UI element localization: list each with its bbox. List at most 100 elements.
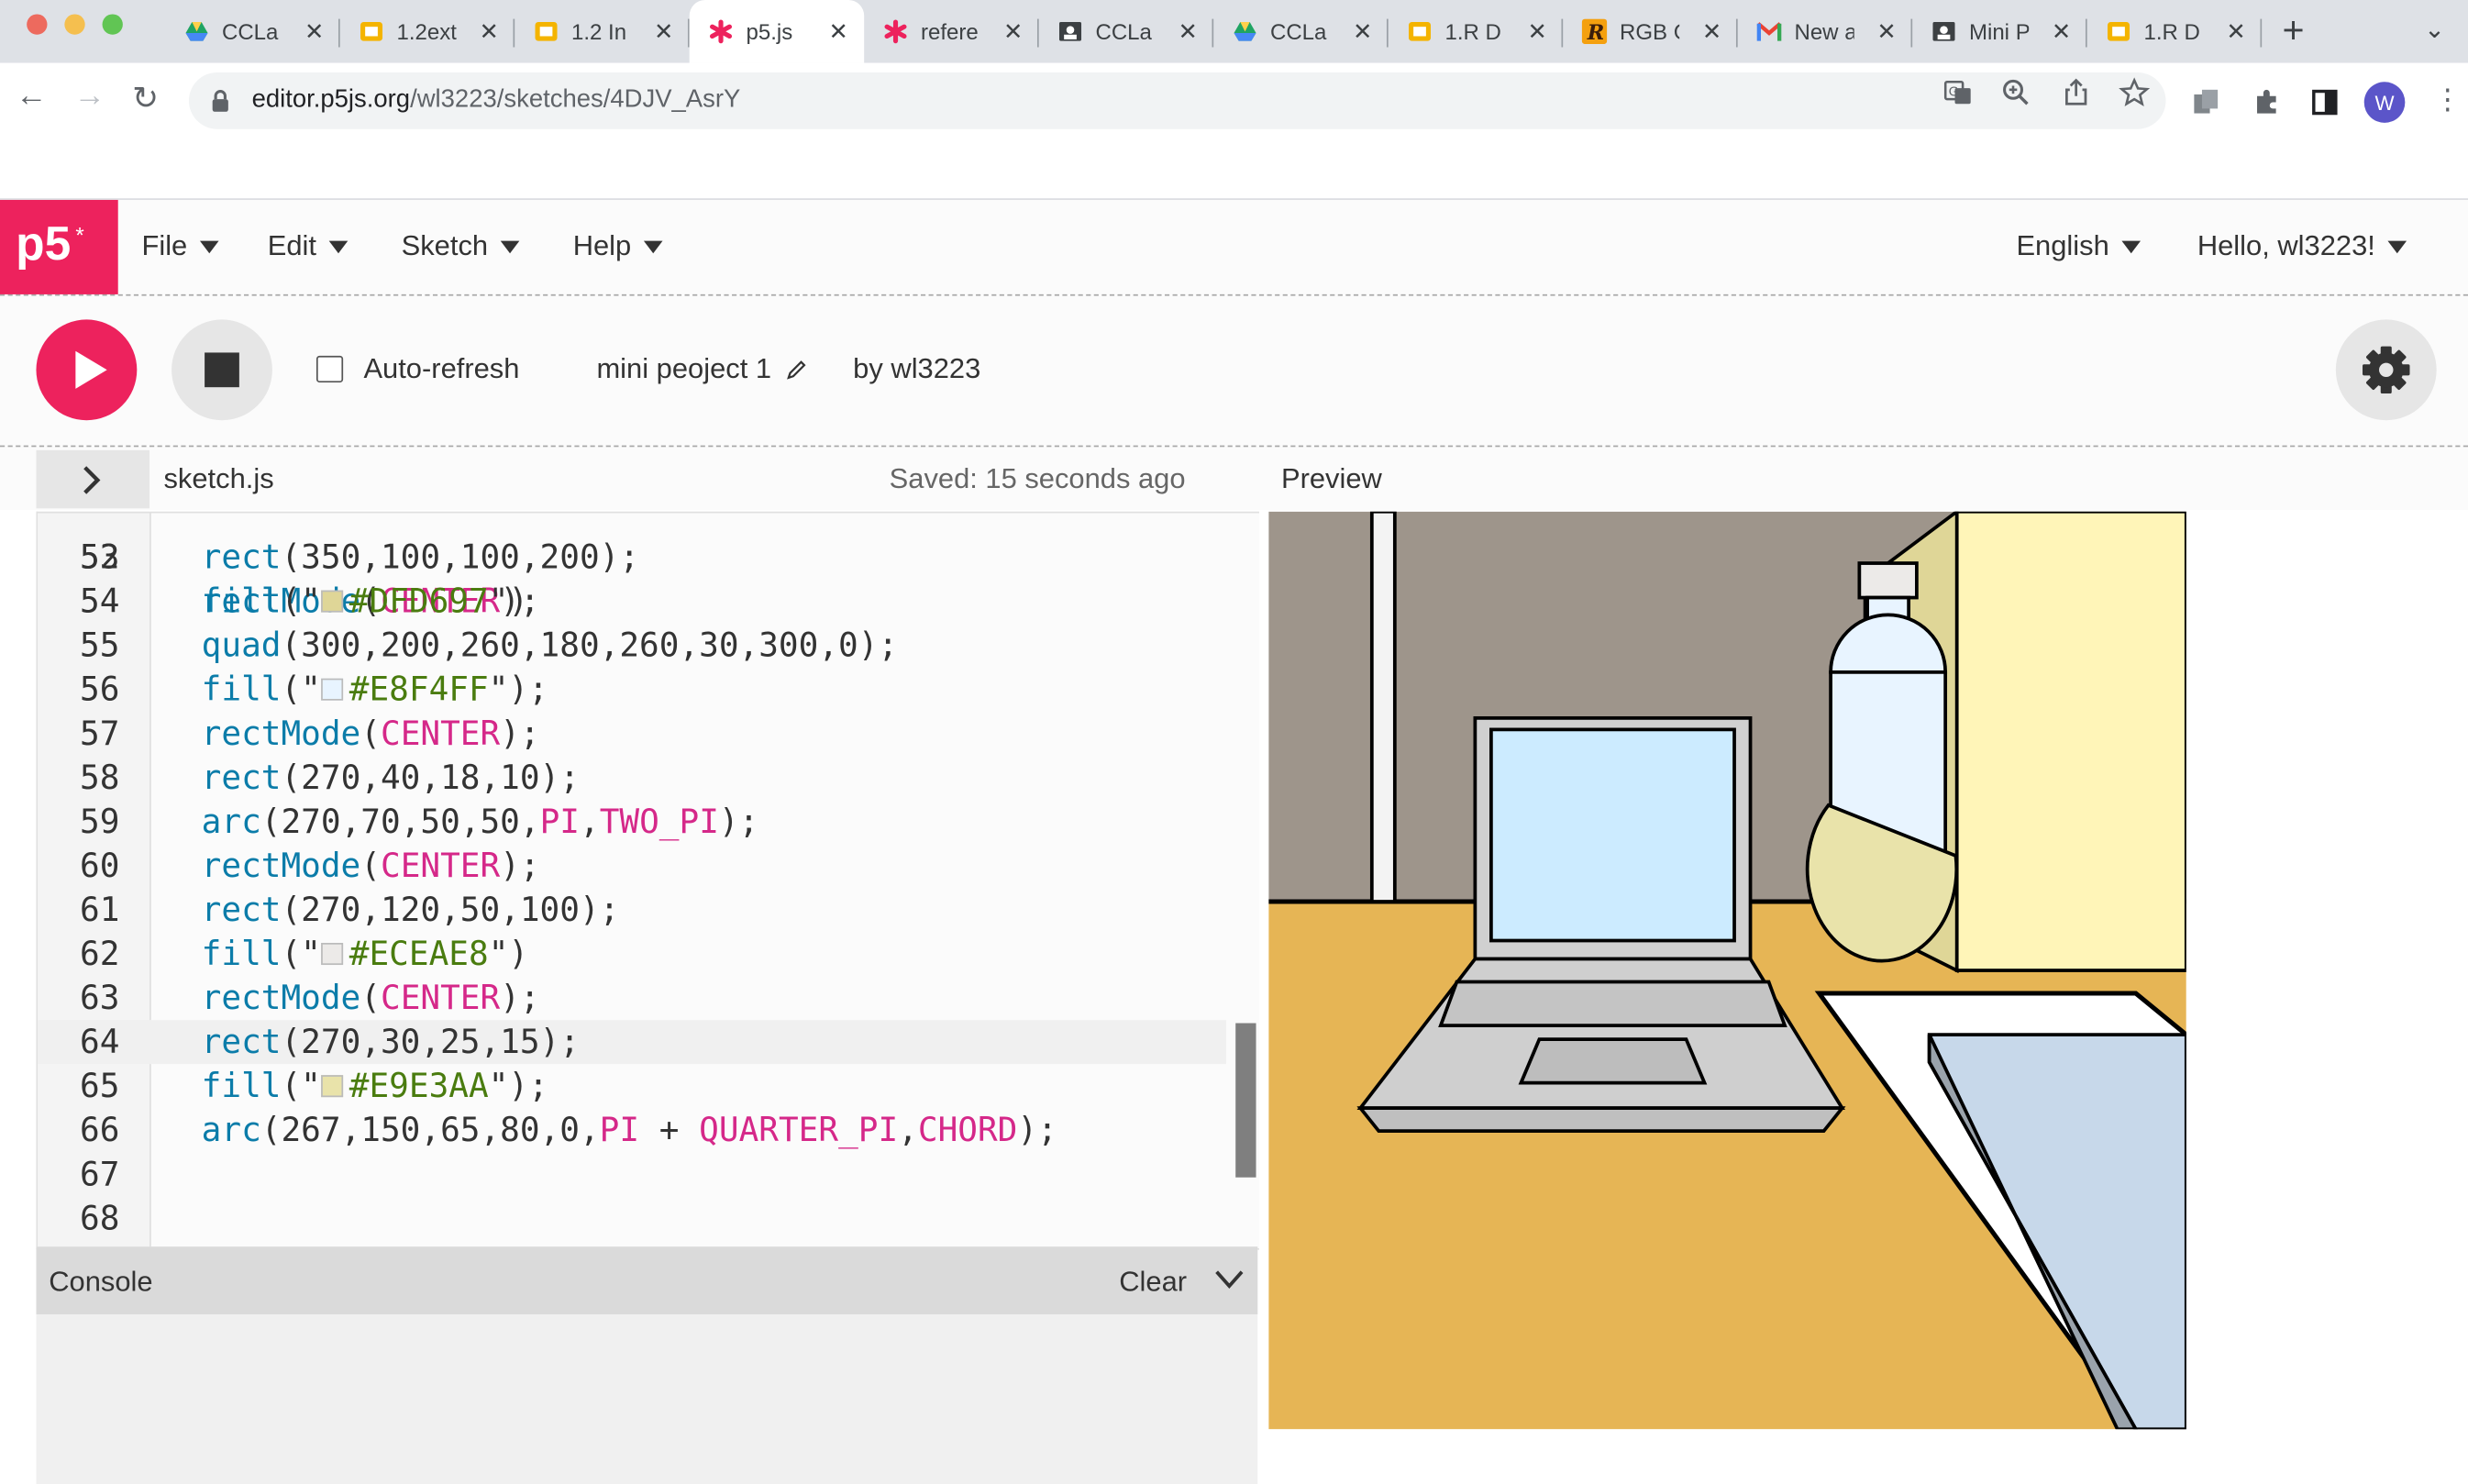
settings-button[interactable] [2335, 319, 2437, 421]
sketch-preview-canvas[interactable] [1268, 511, 2186, 1430]
bookmark-star-icon[interactable] [2119, 77, 2151, 108]
line-number: 67 [80, 1155, 120, 1193]
code-line[interactable]: 62 fill(" #ECEAE8") [38, 932, 1226, 976]
code-line[interactable]: 56 fill(" #E8F4FF"); [38, 668, 1226, 712]
close-tab-icon[interactable]: ✕ [828, 17, 848, 46]
tab-search-chevron-icon[interactable]: ⌄ [2424, 14, 2445, 45]
sketch-name[interactable]: mini peoject 1 [596, 352, 807, 385]
new-tab-button[interactable]: + [2282, 9, 2304, 53]
browser-tab[interactable]: 1.2ext ✕ [340, 0, 515, 63]
color-swatch[interactable] [320, 589, 343, 612]
auto-refresh-checkbox[interactable] [315, 355, 344, 383]
code-text[interactable]: rect(350,100,100,200); [202, 536, 639, 580]
close-tab-icon[interactable]: ✕ [304, 17, 325, 46]
lock-icon[interactable] [211, 90, 230, 112]
browser-tab[interactable]: Mini P ✕ [1912, 0, 2087, 63]
editor-scrollbar[interactable] [1235, 1023, 1256, 1178]
color-swatch[interactable] [320, 942, 343, 965]
browser-tab[interactable]: 1.2 In ✕ [515, 0, 690, 63]
code-line[interactable]: 55 quad(300,200,260,180,260,30,300,0); [38, 624, 1226, 668]
maximize-window-button[interactable] [102, 14, 123, 35]
reload-icon[interactable]: ↻ [132, 79, 159, 118]
filename-tab[interactable]: sketch.js [163, 463, 273, 496]
code-line[interactable]: 64 rect(270,30,25,15); [38, 1020, 1226, 1065]
pencil-icon[interactable] [786, 360, 808, 382]
close-tab-icon[interactable]: ✕ [1876, 17, 1897, 46]
close-tab-icon[interactable]: ✕ [1527, 17, 1547, 46]
share-icon[interactable] [2061, 77, 2092, 108]
code-text[interactable]: rect(270,30,25,15); [202, 1020, 580, 1064]
color-swatch[interactable] [320, 1074, 343, 1097]
close-tab-icon[interactable]: ✕ [1178, 17, 1198, 46]
sidebar-toggle-button[interactable] [36, 449, 150, 509]
zoom-icon[interactable] [2000, 77, 2031, 108]
browser-tab[interactable]: R RGB C ✕ [1563, 0, 1738, 63]
browser-tab[interactable]: CCLa ✕ [1039, 0, 1214, 63]
code-line[interactable]: 60 rectMode(CENTER); [38, 844, 1226, 888]
extension-copy-icon[interactable] [2191, 86, 2222, 117]
code-text[interactable]: quad(300,200,260,180,260,30,300,0); [202, 624, 898, 668]
code-line[interactable]: 53 rect(350,100,100,200); [38, 536, 1226, 580]
close-window-button[interactable] [27, 14, 48, 35]
code-line[interactable]: 57 rectMode(CENTER); [38, 712, 1226, 756]
menu-file[interactable]: File [141, 230, 219, 263]
close-tab-icon[interactable]: ✕ [2052, 17, 2072, 46]
code-editor[interactable]: 52 rectMode(CENTER); 53 rect(350,100,100,… [36, 511, 1259, 1250]
code-text[interactable]: rect(270,120,50,100); [202, 888, 620, 932]
user-menu[interactable]: Hello, wl3223! [2197, 230, 2407, 263]
extensions-puzzle-icon[interactable] [2251, 86, 2282, 117]
address-bar[interactable]: editor.p5js.org/wl3223/sketches/4DJV_Asr… [188, 72, 2166, 129]
console-clear-button[interactable]: Clear [1119, 1266, 1187, 1299]
p5-logo[interactable]: p5 * [0, 199, 118, 294]
chevron-down-icon[interactable] [1213, 1268, 1245, 1290]
browser-tab[interactable]: CCLa ✕ [1213, 0, 1389, 63]
browser-tab[interactable]: 1.R D ✕ [1389, 0, 1564, 63]
code-text[interactable]: rect(270,40,18,10); [202, 756, 580, 800]
code-line[interactable]: 59 arc(270,70,50,50,PI,TWO_PI); [38, 800, 1226, 844]
stop-button[interactable] [172, 319, 272, 421]
close-tab-icon[interactable]: ✕ [1003, 17, 1024, 46]
translate-icon[interactable]: G [1942, 77, 1974, 108]
color-swatch[interactable] [320, 677, 343, 700]
language-menu[interactable]: English [2016, 230, 2142, 263]
minimize-window-button[interactable] [64, 14, 85, 35]
menu-help[interactable]: Help [573, 230, 663, 263]
forward-arrow-icon[interactable]: → [74, 79, 105, 115]
menu-sketch[interactable]: Sketch [402, 230, 520, 263]
code-line[interactable]: 67 [38, 1152, 1226, 1196]
back-arrow-icon[interactable]: ← [16, 79, 47, 115]
tab-label: RGB C [1619, 18, 1679, 45]
close-tab-icon[interactable]: ✕ [1702, 17, 1722, 46]
code-text[interactable]: rectMode(CENTER); [202, 844, 540, 888]
code-text[interactable]: rectMode(CENTER); [202, 976, 540, 1020]
browser-tab[interactable]: CCLa ✕ [165, 0, 340, 63]
browser-menu-icon[interactable]: ⋮ [2433, 83, 2462, 116]
code-line[interactable]: 61 rect(270,120,50,100); [38, 888, 1226, 932]
close-tab-icon[interactable]: ✕ [654, 17, 674, 46]
play-button[interactable] [36, 319, 138, 421]
code-text[interactable]: arc(270,70,50,50,PI,TWO_PI); [202, 800, 759, 844]
browser-tab[interactable]: p5.js ✕ [689, 0, 865, 63]
menu-edit[interactable]: Edit [268, 230, 349, 263]
close-tab-icon[interactable]: ✕ [1353, 17, 1373, 46]
browser-tab[interactable]: 1.R D ✕ [2087, 0, 2263, 63]
code-text[interactable]: fill(" #E9E3AA"); [202, 1064, 548, 1108]
code-text[interactable]: rectMode(CENTER); [202, 712, 540, 756]
code-text[interactable]: arc(267,150,65,80,0,PI + QUARTER_PI,CHOR… [202, 1108, 1057, 1152]
browser-tab[interactable]: New a ✕ [1738, 0, 1913, 63]
code-text[interactable]: fill(" #ECEAE8") [202, 932, 528, 976]
code-line[interactable]: 54 fill(" #DFD697") [38, 580, 1226, 624]
code-text[interactable]: fill(" #E8F4FF"); [202, 668, 548, 712]
auto-refresh-label[interactable]: Auto-refresh [363, 352, 519, 385]
close-tab-icon[interactable]: ✕ [2226, 17, 2246, 46]
profile-avatar[interactable]: W [2363, 82, 2406, 123]
code-line[interactable]: 65 fill(" #E9E3AA"); [38, 1064, 1226, 1108]
code-line[interactable]: 68 [38, 1196, 1226, 1240]
code-line[interactable]: 66 arc(267,150,65,80,0,PI + QUARTER_PI,CH… [38, 1108, 1226, 1152]
side-panel-icon[interactable] [2309, 86, 2341, 117]
browser-tab[interactable]: refere ✕ [864, 0, 1039, 63]
code-line[interactable]: 58 rect(270,40,18,10); [38, 756, 1226, 800]
code-line[interactable]: 63 rectMode(CENTER); [38, 976, 1226, 1020]
close-tab-icon[interactable]: ✕ [479, 17, 499, 46]
code-text[interactable]: fill(" #DFD697") [202, 580, 528, 624]
